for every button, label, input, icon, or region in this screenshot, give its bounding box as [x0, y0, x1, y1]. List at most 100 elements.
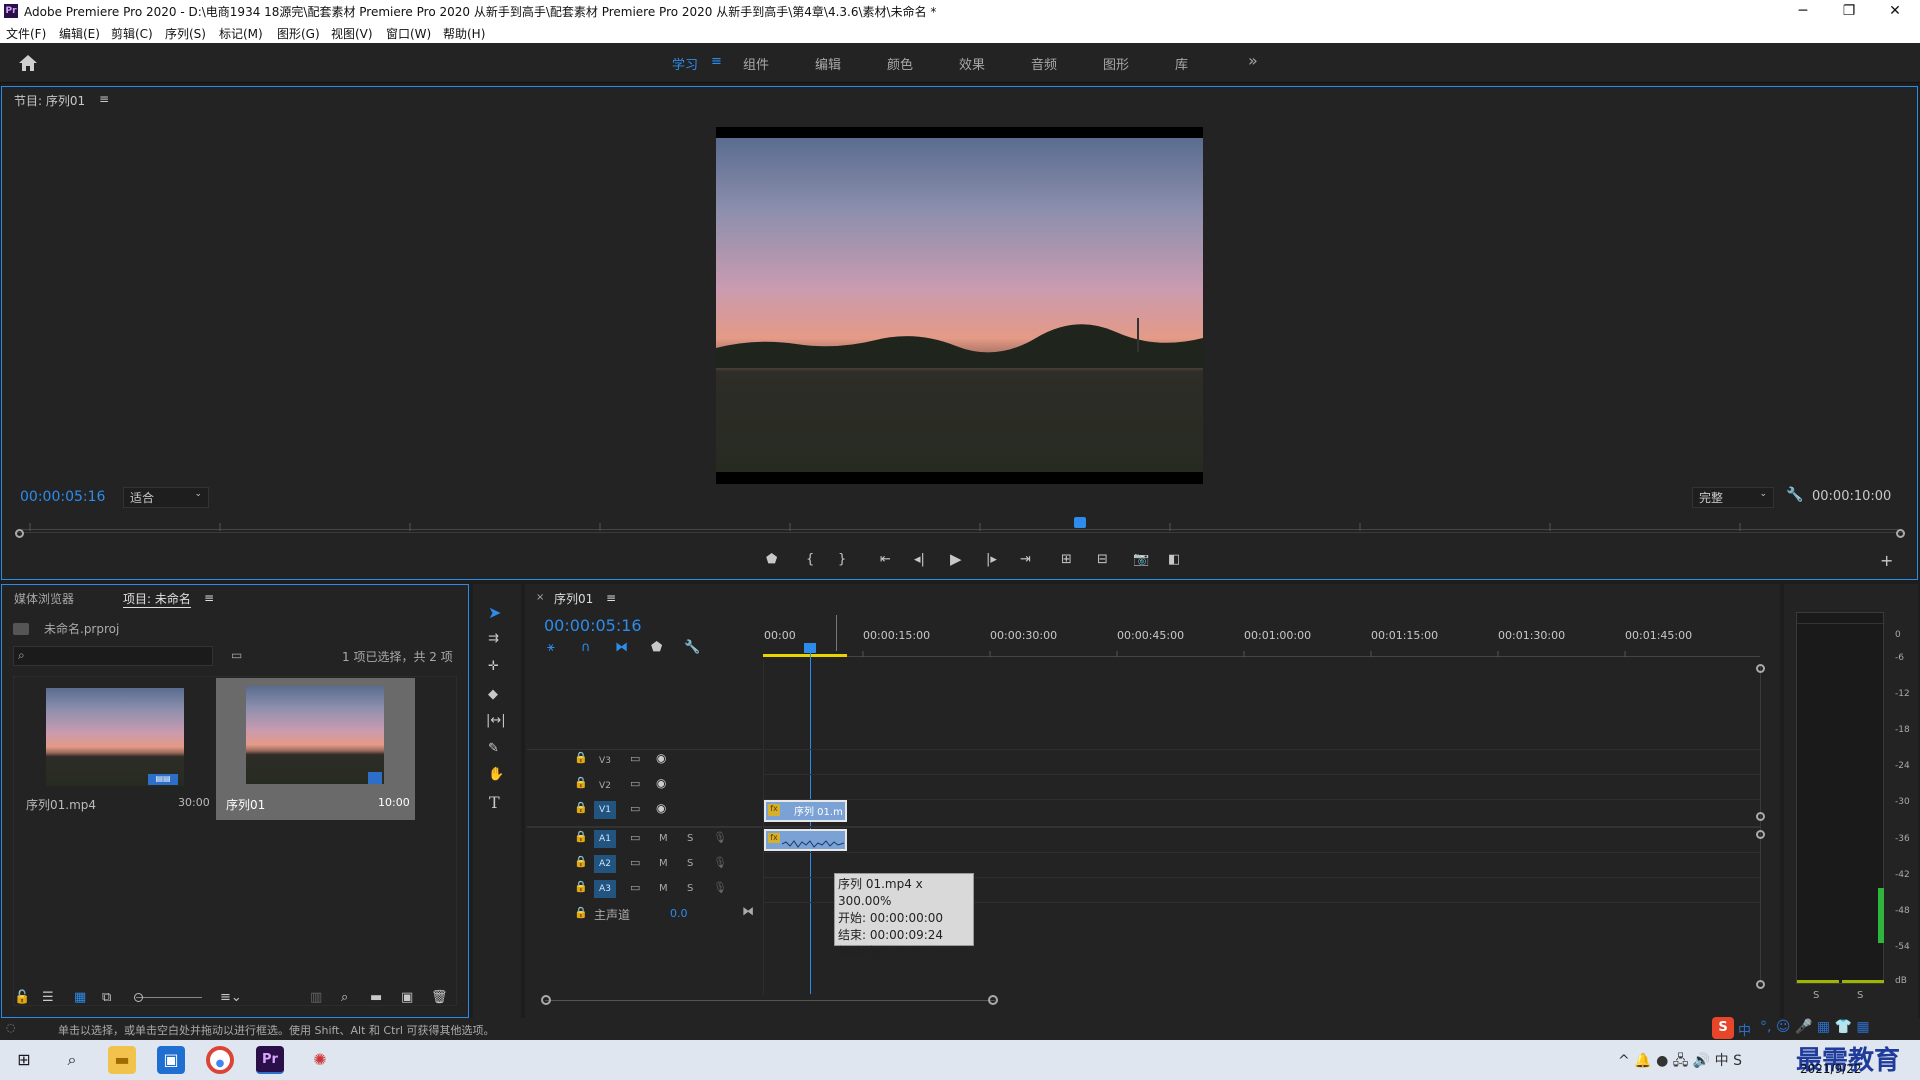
sort-icon[interactable]: ≡⌄ [220, 989, 242, 1007]
trash-icon[interactable]: 🗑 [431, 989, 448, 1007]
add-button-icon[interactable]: + [1880, 552, 1893, 570]
voice-over-mic-icon[interactable]: 🎙 [713, 881, 727, 894]
zoom-handle-left[interactable] [541, 995, 551, 1005]
voice-over-mic-icon[interactable]: 🎙 [713, 856, 727, 869]
step-back-icon[interactable]: ◂| [914, 551, 925, 569]
program-current-timecode[interactable]: 00:00:05:16 [20, 489, 105, 505]
workspace-tab-libraries[interactable]: 库 [1175, 54, 1188, 73]
freeform-view-icon[interactable]: ⧉ [102, 989, 111, 1007]
mute-button[interactable]: M [659, 858, 668, 869]
selection-tool-icon[interactable]: ➤ [488, 604, 501, 622]
solo-button[interactable]: S [687, 833, 693, 844]
workspace-menu-icon[interactable]: ≡ [711, 54, 722, 69]
zoom-handle-right[interactable] [988, 995, 998, 1005]
mark-out-icon[interactable]: } [838, 551, 846, 569]
new-search-bin-icon[interactable]: ▭ [231, 648, 242, 662]
ime-language-indicator[interactable]: 中 [1738, 1020, 1751, 1039]
new-bin-icon[interactable]: ▬ [370, 989, 382, 1007]
comparison-view-icon[interactable]: ◧ [1168, 551, 1180, 569]
workspace-tab-audio[interactable]: 音频 [1031, 54, 1057, 73]
snap-magnet-icon[interactable]: ∩ [581, 639, 591, 657]
app-icon[interactable]: ▣ [157, 1046, 185, 1074]
thumbnail-size-slider[interactable] [136, 997, 202, 998]
track-lock-icon[interactable]: 🔒 [574, 855, 588, 868]
program-monitor-title[interactable]: 节目: 序列01 [14, 92, 85, 109]
solo-left-button[interactable]: S [1813, 990, 1819, 1001]
play-icon[interactable]: ▶ [950, 550, 962, 568]
menu-clip[interactable]: 剪辑(C) [111, 25, 153, 42]
voice-over-mic-icon[interactable]: 🎙 [713, 831, 727, 844]
maximize-button[interactable]: ❐ [1826, 0, 1872, 22]
find-icon[interactable]: ⌕ [341, 989, 348, 1007]
mute-button[interactable]: M [659, 833, 668, 844]
toggle-output-eye-icon[interactable]: ◉ [656, 751, 666, 765]
audio-clip[interactable]: fx [764, 829, 847, 851]
workspace-overflow-icon[interactable]: » [1248, 51, 1258, 70]
lift-icon[interactable]: ⊞ [1061, 551, 1072, 569]
export-frame-icon[interactable]: 📷 [1133, 551, 1149, 569]
zoom-handle-right[interactable] [1896, 529, 1905, 538]
zoom-handle-left[interactable] [15, 529, 24, 538]
video-clip[interactable]: fx 序列 01.m [764, 800, 847, 822]
track-lock-icon[interactable]: 🔒 [574, 880, 588, 893]
home-icon[interactable] [18, 54, 38, 72]
mark-in-icon[interactable]: { [806, 551, 814, 569]
panel-menu-icon[interactable]: ≡ [99, 92, 109, 106]
project-item[interactable]: 序列01 10:00 [216, 678, 415, 820]
add-marker-icon[interactable]: ⬟ [766, 551, 777, 569]
track-lock-icon[interactable]: 🔒 [574, 776, 588, 789]
master-volume-value[interactable]: 0.0 [670, 907, 688, 920]
tab-project[interactable]: 项目: 未命名 [123, 590, 191, 608]
ime-toolbar-icons[interactable]: °, ☺ 🎤 ▦ 👕 ▦ [1760, 1019, 1870, 1035]
panel-menu-icon[interactable]: ≡ [204, 591, 214, 605]
toggle-sync-lock-icon[interactable]: ▭ [630, 777, 640, 790]
search-icon[interactable]: ⌕ [58, 1046, 86, 1074]
menu-file[interactable]: 文件(F) [6, 25, 46, 42]
track-label-v1[interactable]: V1 [594, 801, 616, 819]
program-time-ruler[interactable] [20, 520, 1900, 531]
scroll-handle[interactable] [1756, 830, 1765, 839]
ripple-edit-tool-icon[interactable]: ✛ [488, 658, 499, 676]
timeline-ruler[interactable] [763, 645, 1760, 657]
project-item[interactable]: ▤▤ 序列01.mp4 30:00 [22, 680, 212, 820]
scroll-handle[interactable] [1756, 812, 1765, 821]
minimize-button[interactable]: ─ [1780, 0, 1826, 22]
step-forward-icon[interactable]: |▸ [986, 551, 997, 569]
track-label-v2[interactable]: V2 [594, 777, 616, 795]
menu-sequence[interactable]: 序列(S) [165, 25, 206, 42]
workspace-tab-effects[interactable]: 效果 [959, 54, 985, 73]
toggle-sync-lock-icon[interactable]: ▭ [630, 831, 640, 844]
timeline-tab-title[interactable]: 序列01 [554, 590, 593, 607]
work-area-bar[interactable] [763, 654, 847, 657]
go-to-in-icon[interactable]: ⇤ [880, 551, 891, 569]
project-search-input[interactable]: ⌕ [13, 646, 213, 666]
thumbnail-size-handle[interactable] [134, 993, 143, 1002]
recorder-icon[interactable]: ✺ [306, 1046, 334, 1074]
video-frame[interactable] [716, 127, 1203, 484]
toggle-output-eye-icon[interactable]: ◉ [656, 776, 666, 790]
new-item-icon[interactable]: ▣ [401, 989, 413, 1007]
slip-tool-icon[interactable]: |↔| [486, 712, 506, 730]
toggle-sync-lock-icon[interactable]: ▭ [630, 881, 640, 894]
nest-icon[interactable]: ⚹ [547, 639, 555, 657]
menu-graphics[interactable]: 图形(G) [277, 25, 320, 42]
zoom-scrollbar[interactable] [15, 532, 1905, 533]
chrome-icon[interactable]: ● [206, 1046, 234, 1074]
scroll-handle[interactable] [1756, 664, 1765, 673]
timeline-zoom-scrollbar[interactable] [545, 1000, 995, 1001]
menu-help[interactable]: 帮助(H) [443, 25, 485, 42]
go-to-out-icon[interactable]: ⇥ [1020, 551, 1031, 569]
wrench-icon[interactable]: 🔧 [684, 639, 700, 657]
close-tab-icon[interactable]: × [536, 592, 544, 603]
linked-selection-icon[interactable]: ⧓ [615, 639, 628, 657]
solo-button[interactable]: S [687, 883, 693, 894]
menu-marker[interactable]: 标记(M) [219, 25, 263, 42]
menu-view[interactable]: 视图(V) [331, 25, 373, 42]
track-label-a1[interactable]: A1 [594, 830, 616, 848]
windows-start-icon[interactable]: ⊞ [10, 1046, 38, 1074]
track-select-tool-icon[interactable]: ⇉ [488, 630, 499, 648]
vertical-scrollbar[interactable] [1760, 664, 1761, 984]
workspace-tab-editing[interactable]: 编辑 [815, 54, 841, 73]
system-tray-icons[interactable]: ^ 🔔 ● 🖧 🔊 中 S [1618, 1050, 1742, 1074]
file-explorer-icon[interactable]: ▬ [108, 1046, 136, 1074]
